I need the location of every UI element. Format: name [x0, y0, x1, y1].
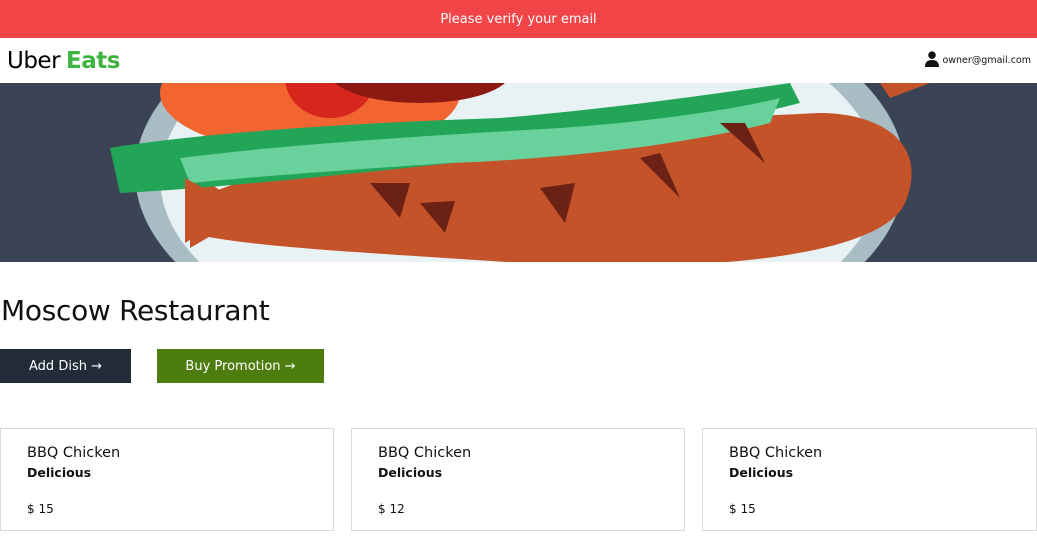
dish-card[interactable]: BBQ Chicken Delicious $ 15 — [0, 428, 334, 531]
user-menu[interactable]: owner@gmail.com — [925, 51, 1031, 70]
verify-email-banner: Please verify your email — [0, 0, 1037, 38]
logo-uber-text: Uber — [7, 47, 61, 74]
restaurant-actions: Add Dish → Buy Promotion → — [0, 349, 1037, 383]
user-icon — [925, 51, 940, 70]
buy-promotion-button[interactable]: Buy Promotion → — [157, 349, 324, 383]
dish-price: $ 12 — [378, 502, 405, 516]
dish-name: BBQ Chicken — [378, 445, 472, 461]
dish-name: BBQ Chicken — [27, 445, 121, 461]
dish-card[interactable]: BBQ Chicken Delicious $ 12 — [351, 428, 685, 531]
add-dish-button[interactable]: Add Dish → — [0, 349, 131, 383]
restaurant-cover-image — [0, 83, 1037, 262]
dish-description: Delicious — [378, 465, 443, 480]
restaurant-name: Moscow Restaurant — [1, 294, 270, 327]
dish-price: $ 15 — [729, 502, 756, 516]
top-header: Uber Eats owner@gmail.com — [0, 38, 1037, 83]
dish-description: Delicious — [729, 465, 794, 480]
user-email: owner@gmail.com — [942, 55, 1031, 66]
dish-card[interactable]: BBQ Chicken Delicious $ 15 — [702, 428, 1037, 531]
dish-grid: BBQ Chicken Delicious $ 15 BBQ Chicken D… — [0, 428, 1037, 531]
uber-eats-logo[interactable]: Uber Eats — [7, 48, 120, 74]
logo-eats-text: Eats — [66, 47, 120, 74]
dish-description: Delicious — [27, 465, 92, 480]
dish-name: BBQ Chicken — [729, 445, 823, 461]
dish-price: $ 15 — [27, 502, 54, 516]
verify-email-text: Please verify your email — [440, 11, 597, 27]
